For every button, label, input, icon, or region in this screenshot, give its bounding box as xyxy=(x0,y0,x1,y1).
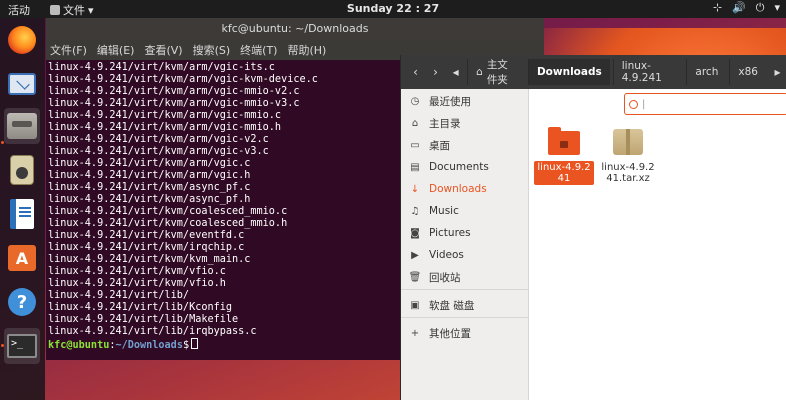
file-item-folder[interactable]: linux-4.9.241 xyxy=(534,127,594,185)
sidebar-item-recent[interactable]: ◷ 最近使用 xyxy=(401,91,529,111)
clock-icon: ◷ xyxy=(410,95,420,107)
breadcrumb-linux[interactable]: linux-4.9.241 xyxy=(612,59,684,85)
power-icon[interactable]: ⏻ xyxy=(756,1,765,15)
help-icon: ? xyxy=(8,288,36,316)
document-icon: ▤ xyxy=(410,161,420,173)
dock-files[interactable] xyxy=(4,108,40,144)
prompt-symbol: $ xyxy=(182,340,190,351)
sidebar-item-videos[interactable]: ▶ Videos xyxy=(401,245,529,265)
sidebar-item-label: 软盘 磁盘 xyxy=(429,299,475,312)
dock-thunderbird[interactable] xyxy=(4,66,40,102)
sidebar-item-other-locations[interactable]: + 其他位置 xyxy=(401,323,529,343)
sidebar-item-label: Downloads xyxy=(429,183,487,195)
text-cursor xyxy=(191,338,199,349)
file-view[interactable]: | linux-4.9.241 linux-4.9.241.tar.xz xyxy=(530,89,786,400)
volume-icon[interactable]: 🔊 xyxy=(732,1,746,15)
sidebar-item-music[interactable]: ♫ Music xyxy=(401,201,529,221)
trash-icon: 🗑 xyxy=(408,271,422,283)
floppy-icon: ▣ xyxy=(410,299,420,311)
dock-writer[interactable] xyxy=(4,196,40,232)
terminal-title[interactable]: kfc@ubuntu: ~/Downloads xyxy=(46,18,544,40)
sidebar-item-label: 回收站 xyxy=(429,271,461,284)
writer-icon xyxy=(10,199,34,229)
menu-search[interactable]: 搜索(S) xyxy=(193,42,231,58)
sidebar-item-label: Pictures xyxy=(429,227,471,239)
sidebar-item-label: 主目录 xyxy=(429,117,461,130)
dock-rhythmbox[interactable] xyxy=(4,152,40,188)
dock: A ? >_ xyxy=(0,18,45,400)
sidebar-item-desktop[interactable]: ▭ 桌面 xyxy=(401,135,529,155)
terminal-icon: >_ xyxy=(7,334,37,358)
dock-terminal[interactable]: >_ xyxy=(4,328,40,364)
sidebar-item-label: Videos xyxy=(429,249,464,261)
home-icon: ⌂ xyxy=(476,66,483,78)
breadcrumb-home[interactable]: ⌂ 主文件夹 xyxy=(467,59,525,86)
menu-view[interactable]: 查看(V) xyxy=(144,42,182,58)
search-input[interactable]: | xyxy=(624,93,786,115)
dock-help[interactable]: ? xyxy=(4,284,40,320)
music-icon: ♫ xyxy=(410,205,420,217)
desktop-icon: ▭ xyxy=(410,139,420,151)
sidebar-divider xyxy=(401,289,529,290)
sidebar-item-label: 桌面 xyxy=(429,139,450,152)
sidebar-item-floppy[interactable]: ▣ 软盘 磁盘 xyxy=(401,295,529,315)
breadcrumb-arch[interactable]: arch xyxy=(686,59,726,85)
video-icon: ▶ xyxy=(411,249,419,261)
menu-help[interactable]: 帮助(H) xyxy=(287,42,326,58)
menu-file[interactable]: 文件(F) xyxy=(50,42,87,58)
camera-icon: ◙ xyxy=(410,227,420,239)
chevron-down-icon[interactable]: ▾ xyxy=(774,1,780,15)
top-bar: 活动 文件 ▾ Sunday 22 : 27 ⊹ 🔊 ⏻ ▾ xyxy=(0,0,786,18)
sidebar-item-documents[interactable]: ▤ Documents xyxy=(401,157,529,177)
menu-edit[interactable]: 编辑(E) xyxy=(97,42,135,58)
dock-firefox[interactable] xyxy=(4,22,40,58)
sidebar-item-label: Documents xyxy=(429,161,489,173)
firefox-icon xyxy=(8,26,36,54)
places-sidebar: ◷ 最近使用 ⌂ 主目录 ▭ 桌面 ▤ Documents ↓ Downloads ♫ Mu… xyxy=(401,89,529,400)
sidebar-item-label: 其他位置 xyxy=(429,327,471,340)
sidebar-item-home[interactable]: ⌂ 主目录 xyxy=(401,113,529,133)
sidebar-divider xyxy=(401,317,529,318)
search-icon xyxy=(629,99,638,109)
rhythmbox-icon xyxy=(10,155,34,185)
files-icon xyxy=(7,113,37,139)
archive-icon xyxy=(613,129,643,155)
back-button[interactable]: ‹ xyxy=(407,61,424,83)
breadcrumb-downloads[interactable]: Downloads xyxy=(527,59,610,85)
forward-button[interactable]: › xyxy=(427,61,444,83)
sidebar-item-downloads[interactable]: ↓ Downloads xyxy=(401,179,529,199)
folder-icon xyxy=(548,127,580,155)
prompt-user: kfc@ubuntu xyxy=(48,340,110,351)
prompt-path: ~/Downloads xyxy=(115,340,183,351)
breadcrumb-scroll-right[interactable]: ▸ xyxy=(769,61,786,83)
sidebar-item-trash[interactable]: 🗑 回收站 xyxy=(401,267,529,287)
file-label: linux-4.9.241.tar.xz xyxy=(601,162,655,184)
network-icon[interactable]: ⊹ xyxy=(713,1,722,15)
dock-software[interactable]: A xyxy=(4,240,40,276)
file-manager-window[interactable]: ‹ › ◂ ⌂ 主文件夹 Downloads linux-4.9.241 arc… xyxy=(400,55,786,400)
breadcrumb-scroll-left[interactable]: ◂ xyxy=(447,61,464,83)
sidebar-item-pictures[interactable]: ◙ Pictures xyxy=(401,223,529,243)
clock[interactable]: Sunday 22 : 27 xyxy=(0,2,786,15)
software-icon: A xyxy=(8,245,36,271)
sidebar-item-label: Music xyxy=(429,205,459,217)
search-value: | xyxy=(642,98,646,110)
menu-terminal[interactable]: 终端(T) xyxy=(240,42,277,58)
breadcrumb-x86[interactable]: x86 xyxy=(729,59,766,85)
sidebar-item-label: 最近使用 xyxy=(429,95,471,108)
file-item-archive[interactable]: linux-4.9.241.tar.xz xyxy=(598,129,658,185)
download-icon: ↓ xyxy=(410,183,420,195)
system-tray[interactable]: ⊹ 🔊 ⏻ ▾ xyxy=(713,1,780,15)
plus-icon: + xyxy=(410,327,420,339)
home-icon: ⌂ xyxy=(411,117,419,129)
thunderbird-icon xyxy=(8,73,36,95)
breadcrumb-label: 主文件夹 xyxy=(486,59,508,86)
file-label: linux-4.9.241 xyxy=(534,161,594,185)
file-manager-headerbar: ‹ › ◂ ⌂ 主文件夹 Downloads linux-4.9.241 arc… xyxy=(401,55,786,89)
